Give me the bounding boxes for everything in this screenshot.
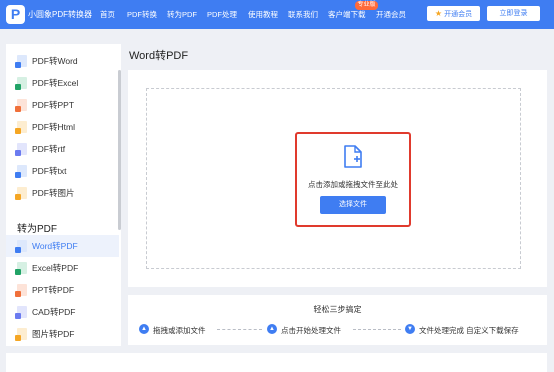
sidebar-item-ppt-to-pdf[interactable]: PPT转PDF <box>6 279 119 301</box>
upload-step-icon: ▲ <box>139 324 149 334</box>
nav-pdf-convert[interactable]: PDF转换 <box>127 9 157 20</box>
sidebar-item-cad-to-pdf[interactable]: CAD转PDF <box>6 301 119 323</box>
nav-tutorial[interactable]: 使用教程 <box>248 9 278 20</box>
ppt-icon <box>15 99 27 112</box>
sidebar-item-pdf-to-ppt[interactable]: PDF转PPT <box>6 94 119 116</box>
app-name: 小圆象PDF转换器 <box>28 10 92 19</box>
download-step-icon: ▼ <box>405 324 415 334</box>
login-button[interactable]: 立即登录 <box>487 6 540 21</box>
cad-icon <box>15 306 27 319</box>
upload-highlight-box: 点击添加或拖拽文件至此处 选择文件 <box>295 132 411 227</box>
process-step-icon: ▲ <box>267 324 277 334</box>
choose-file-button[interactable]: 选择文件 <box>320 196 386 214</box>
nav-to-pdf[interactable]: 转为PDF <box>167 9 197 20</box>
sidebar-item-pdf-to-html[interactable]: PDF转Html <box>6 116 119 138</box>
nav-pdf-process[interactable]: PDF处理 <box>207 9 237 20</box>
step-divider <box>217 329 262 330</box>
sidebar: PDF转Word PDF转Excel PDF转PPT PDF转Html PDF转… <box>6 44 121 346</box>
add-file-icon <box>344 145 362 168</box>
steps-title: 轻松三步搞定 <box>313 305 362 314</box>
top-navigation-bar: P 小圆象PDF转换器 首页 PDF转换 转为PDF PDF处理 使用教程 联系… <box>0 0 554 29</box>
rtf-icon <box>15 143 27 156</box>
sidebar-item-excel-to-pdf[interactable]: Excel转PDF <box>6 257 119 279</box>
html-icon <box>15 121 27 134</box>
word-icon <box>15 240 27 253</box>
step-2-text: 点击开始处理文件 <box>281 326 341 335</box>
steps-panel: 轻松三步搞定 ▲ 拖拽或添加文件 ▲ 点击开始处理文件 ▼ 文件处理完成 自定义… <box>128 295 547 345</box>
drop-zone[interactable]: 点击添加或拖拽文件至此处 选择文件 <box>146 88 521 269</box>
image-icon <box>15 328 27 341</box>
nav-vip[interactable]: 开通会员 <box>376 9 406 20</box>
sidebar-item-pdf-to-txt[interactable]: PDF转txt <box>6 160 119 182</box>
word-icon <box>15 55 27 68</box>
sidebar-item-image-to-pdf[interactable]: 图片转PDF <box>6 323 119 345</box>
step-3-text: 文件处理完成 自定义下载保存 <box>419 326 519 335</box>
star-icon: ★ <box>434 9 443 18</box>
excel-icon <box>15 262 27 275</box>
step-1-text: 拖拽或添加文件 <box>153 326 206 335</box>
bottom-panel <box>6 353 547 372</box>
page-title: Word转PDF <box>129 50 189 62</box>
step-divider <box>353 329 401 330</box>
ppt-icon <box>15 284 27 297</box>
sidebar-item-pdf-to-image[interactable]: PDF转图片 <box>6 182 119 204</box>
app-logo[interactable]: P <box>6 5 25 24</box>
image-icon <box>15 187 27 200</box>
excel-icon <box>15 77 27 90</box>
sidebar-item-pdf-to-rtf[interactable]: PDF转rtf <box>6 138 119 160</box>
sidebar-item-pdf-to-excel[interactable]: PDF转Excel <box>6 72 119 94</box>
vip-button[interactable]: ★ 开通会员 <box>427 6 480 21</box>
nav-contact[interactable]: 联系我们 <box>288 9 318 20</box>
sidebar-item-pdf-to-word[interactable]: PDF转Word <box>6 50 119 72</box>
drop-hint-text: 点击添加或拖拽文件至此处 <box>308 180 398 189</box>
sidebar-item-word-to-pdf[interactable]: Word转PDF <box>6 235 119 257</box>
pro-badge: 专业版 <box>355 1 378 10</box>
nav-client-download[interactable]: 客户端下载 <box>328 9 366 20</box>
nav-home[interactable]: 首页 <box>100 9 115 20</box>
sidebar-scrollbar[interactable] <box>118 70 121 230</box>
txt-icon <box>15 165 27 178</box>
section-title-to-pdf: 转为PDF <box>17 224 57 235</box>
upload-panel: 点击添加或拖拽文件至此处 选择文件 <box>128 70 547 287</box>
